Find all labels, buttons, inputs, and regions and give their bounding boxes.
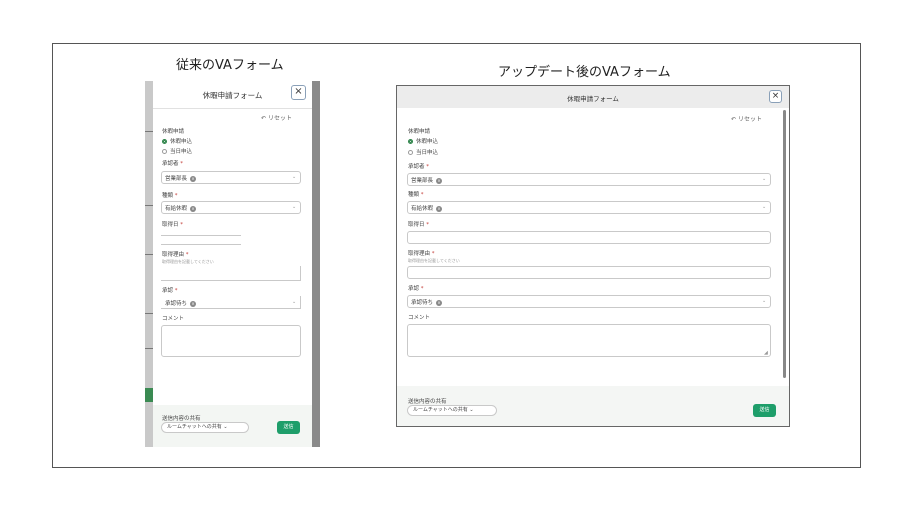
radio-unselected-icon: [162, 149, 167, 154]
old-comment-textarea[interactable]: [161, 325, 301, 357]
new-radio-sameday[interactable]: 当日申込: [408, 148, 438, 156]
radio-selected-icon: [408, 139, 413, 144]
old-comment-label: コメント: [162, 316, 185, 322]
old-reset-button[interactable]: ↶ リセット: [261, 113, 292, 122]
new-approver-label: 承認者 *: [408, 164, 430, 170]
new-reason-label: 取得理由 *: [408, 251, 435, 257]
new-type-label: 種類 *: [408, 192, 424, 198]
old-reason-hint: 取得理由を記載してください: [162, 259, 214, 264]
new-comment-textarea[interactable]: [407, 324, 771, 357]
new-status-pill[interactable]: 承認待ち ×: [411, 298, 443, 306]
new-type-pill[interactable]: 有給休暇 ×: [411, 204, 443, 212]
old-share-select[interactable]: ルームチャットへの共有 ⌄: [161, 422, 249, 433]
old-radio-sameday[interactable]: 当日申込: [162, 147, 192, 155]
old-date-label: 取得日 *: [162, 222, 184, 228]
new-form-header: 休暇申請フォーム: [397, 86, 789, 108]
old-reason-label: 取得理由 *: [162, 252, 189, 258]
old-type-pill[interactable]: 有給休暇 ×: [165, 204, 197, 212]
radio-selected-icon: [162, 139, 167, 144]
old-approver-pill[interactable]: 営業部長 ×: [165, 174, 197, 182]
new-reason-hint: 取得理由を記載してください: [408, 258, 460, 263]
new-reset-label: リセット: [737, 116, 762, 123]
remove-icon: ×: [436, 177, 443, 184]
remove-icon: ×: [190, 175, 197, 182]
remove-icon: ×: [190, 205, 197, 212]
new-reset-button[interactable]: ↶ リセット: [731, 114, 762, 123]
new-type-field[interactable]: [407, 201, 771, 214]
old-date-input-underline: [161, 244, 241, 245]
new-date-input[interactable]: [407, 231, 771, 244]
chevron-down-icon: ⌄: [292, 204, 297, 210]
new-close-button[interactable]: ×: [769, 90, 782, 103]
new-approver-field[interactable]: [407, 173, 771, 186]
remove-icon: ×: [190, 300, 197, 307]
new-footer-label: 送信内容の共有: [408, 399, 447, 405]
new-radio-apply[interactable]: 休暇申込: [408, 137, 438, 145]
old-background-app: [145, 81, 153, 447]
new-status-label: 承認 *: [408, 286, 424, 292]
remove-icon: ×: [436, 299, 443, 306]
new-form-title: 休暇申請フォーム: [567, 95, 619, 103]
chevron-down-icon: ⌄: [292, 299, 297, 305]
old-footer-label: 送信内容の共有: [162, 416, 201, 422]
new-radio-sameday-label: 当日申込: [416, 150, 439, 156]
chevron-down-icon: ⌄: [469, 407, 474, 413]
chevron-down-icon: ⌄: [762, 204, 767, 210]
chevron-down-icon: ⌄: [762, 176, 767, 182]
old-status-pill[interactable]: 承認待ち ×: [165, 299, 197, 307]
old-reason-input[interactable]: [161, 266, 301, 281]
old-send-button[interactable]: 送信: [277, 421, 300, 434]
old-form-header: 休暇申請フォーム: [153, 81, 312, 109]
old-radio-apply[interactable]: 休暇申込: [162, 137, 192, 145]
chevron-down-icon: ⌄: [292, 174, 297, 180]
old-date-input[interactable]: [161, 235, 241, 236]
old-type-label: 種類 *: [162, 193, 178, 199]
new-date-label: 取得日 *: [408, 222, 430, 228]
old-apply-type-label: 休暇申請: [162, 129, 185, 135]
new-send-button[interactable]: 送信: [753, 404, 776, 417]
new-share-select[interactable]: ルームチャットへの共有 ⌄: [407, 405, 497, 416]
old-form-title: 休暇申請フォーム: [202, 91, 263, 100]
new-comment-label: コメント: [408, 315, 431, 321]
new-approver-pill[interactable]: 営業部長 ×: [411, 176, 443, 184]
old-close-button[interactable]: ×: [291, 85, 306, 100]
new-form-panel: [396, 85, 790, 427]
new-radio-apply-label: 休暇申込: [416, 139, 439, 145]
chevron-down-icon: ⌄: [223, 424, 228, 430]
radio-unselected-icon: [408, 150, 413, 155]
remove-icon: ×: [436, 205, 443, 212]
old-radio-sameday-label: 当日申込: [170, 149, 193, 155]
new-reason-input[interactable]: [407, 266, 771, 279]
old-status-label: 承認 *: [162, 288, 178, 294]
new-apply-type-label: 休暇申請: [408, 129, 431, 135]
chevron-down-icon: ⌄: [762, 298, 767, 304]
new-scrollbar[interactable]: [783, 110, 786, 378]
new-status-field[interactable]: [407, 295, 771, 308]
new-form-heading: アップデート後のVAフォーム: [498, 65, 671, 80]
old-radio-apply-label: 休暇申込: [170, 139, 193, 145]
resize-handle-icon[interactable]: ◢: [764, 350, 768, 356]
old-form-heading: 従来のVAフォーム: [176, 58, 284, 73]
old-approver-label: 承認者 *: [162, 161, 184, 167]
old-reset-label: リセット: [267, 115, 292, 122]
